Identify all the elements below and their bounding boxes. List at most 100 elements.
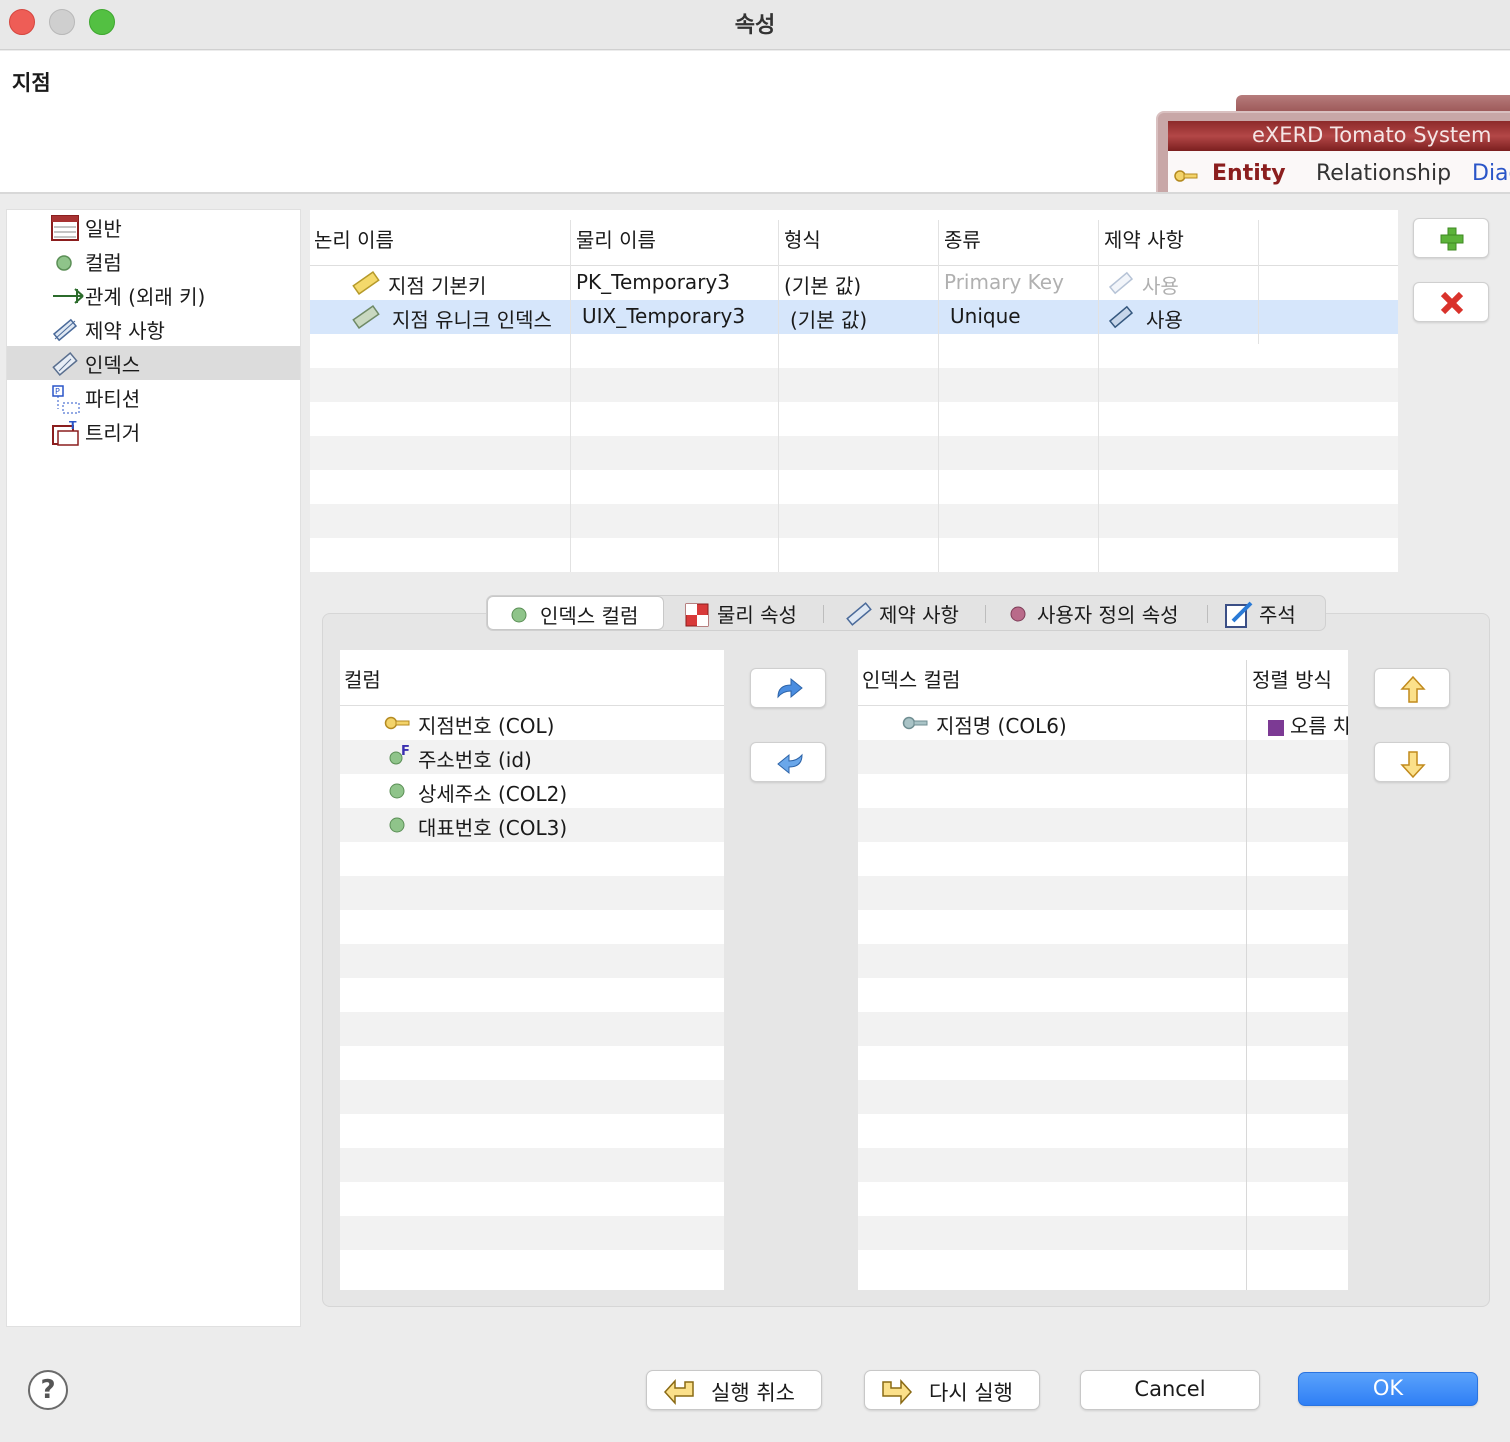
svg-text:P: P bbox=[55, 387, 60, 396]
list-item-label: 상세주소 (COL2) bbox=[418, 782, 568, 806]
column-dot-icon bbox=[51, 249, 79, 275]
cell-kind: Unique bbox=[950, 304, 1021, 328]
redo-label: 다시 실행 bbox=[929, 1381, 1013, 1405]
list-item[interactable]: 대표번호 (COL3) bbox=[340, 808, 724, 842]
tree-item-label: 제약 사항 bbox=[85, 319, 165, 343]
constraint-icon bbox=[846, 602, 872, 626]
foreign-key-icon: F bbox=[389, 744, 410, 765]
plus-icon bbox=[1440, 227, 1464, 251]
physical-props-icon bbox=[685, 603, 709, 627]
table-row[interactable]: 지점 유니크 인덱스 UIX_Temporary3 (기본 값) Unique … bbox=[310, 300, 1398, 334]
partition-icon: P bbox=[51, 385, 80, 414]
tree-item-label: 일반 bbox=[85, 217, 122, 241]
list-item-label: 지점번호 (COL) bbox=[418, 714, 555, 738]
delete-x-icon bbox=[1440, 291, 1464, 315]
cell-physical: UIX_Temporary3 bbox=[582, 304, 746, 328]
add-index-button[interactable] bbox=[1413, 218, 1489, 258]
header-kind[interactable]: 종류 bbox=[944, 224, 981, 253]
tab-constraints[interactable]: 제약 사항 bbox=[843, 596, 973, 630]
tab-strip: 인덱스 컬럼 물리 속성 제약 사항 사용자 정의 속성 주석 bbox=[486, 595, 1326, 631]
tree-item-label: 관계 (외래 키) bbox=[85, 285, 206, 309]
constraint-icon bbox=[1106, 270, 1136, 301]
tab-index-columns[interactable]: 인덱스 컬럼 bbox=[487, 596, 664, 630]
column-dot-icon bbox=[389, 783, 405, 799]
cell-format: (기본 값) bbox=[790, 308, 868, 332]
cancel-label: Cancel bbox=[1134, 1377, 1206, 1401]
redo-arrow-icon bbox=[882, 1379, 913, 1405]
ok-label: OK bbox=[1372, 1376, 1404, 1400]
remove-index-button[interactable] bbox=[1413, 282, 1489, 322]
header-physical-name[interactable]: 물리 이름 bbox=[576, 224, 656, 253]
sort-order-value[interactable]: 오름 차 bbox=[1290, 710, 1348, 739]
redo-button[interactable]: 다시 실행 bbox=[864, 1370, 1040, 1410]
banner-tab-entity: Entity bbox=[1212, 161, 1286, 186]
list-item-label: 대표번호 (COL3) bbox=[418, 816, 568, 840]
header-columns: 컬럼 bbox=[344, 668, 381, 692]
tab-physical-properties[interactable]: 물리 속성 bbox=[683, 596, 813, 630]
index-pencil-icon bbox=[350, 304, 382, 335]
list-item[interactable]: F 주소번호 (id) bbox=[340, 740, 724, 774]
column-dot-icon bbox=[389, 817, 405, 833]
tab-user-defined-properties[interactable]: 사용자 정의 속성 bbox=[1007, 596, 1197, 630]
tree-item-label: 컬럼 bbox=[85, 251, 122, 275]
move-down-button[interactable] bbox=[1374, 742, 1450, 782]
relationship-icon bbox=[51, 283, 84, 309]
tree-item-partition[interactable]: P 파티션 bbox=[7, 380, 300, 414]
banner-brand: eXERD Tomato System bbox=[1252, 123, 1492, 147]
tree-item-constraint[interactable]: 제약 사항 bbox=[7, 312, 300, 346]
header-sort-order: 정렬 방식 bbox=[1252, 668, 1332, 692]
tree-item-columns[interactable]: 컬럼 bbox=[7, 244, 300, 278]
arrow-down-icon bbox=[1400, 751, 1426, 779]
tab-label: 사용자 정의 속성 bbox=[1037, 603, 1179, 627]
index-columns-list: 인덱스 컬럼 정렬 방식 지점명 (COL6) 오름 차 bbox=[858, 650, 1348, 1290]
list-item[interactable]: 상세주소 (COL2) bbox=[340, 774, 724, 808]
index-icon bbox=[51, 351, 79, 377]
tab-comment[interactable]: 주석 bbox=[1223, 596, 1323, 630]
sort-indicator-icon bbox=[1268, 720, 1284, 736]
constraint-icon bbox=[51, 317, 79, 343]
cell-constraint: 사용 bbox=[1146, 308, 1183, 332]
header-constraint[interactable]: 제약 사항 bbox=[1104, 224, 1184, 253]
banner-tab-diagram: Diag bbox=[1472, 161, 1510, 186]
cell-format: (기본 값) bbox=[784, 274, 862, 298]
key-gray-icon bbox=[902, 716, 928, 730]
header-index-column: 인덱스 컬럼 bbox=[862, 668, 961, 692]
undo-label: 실행 취소 bbox=[711, 1381, 795, 1405]
tree-item-general[interactable]: 일반 bbox=[7, 210, 300, 244]
cell-logical: 지점 기본키 bbox=[388, 274, 487, 298]
cell-physical: PK_Temporary3 bbox=[576, 270, 730, 294]
tree-item-relationship[interactable]: 관계 (외래 키) bbox=[7, 278, 300, 312]
cancel-button[interactable]: Cancel bbox=[1080, 1370, 1260, 1410]
tab-label: 인덱스 컬럼 bbox=[540, 604, 639, 628]
column-dot-icon bbox=[511, 607, 527, 623]
trigger-icon: T bbox=[51, 419, 79, 446]
user-property-dot-icon bbox=[1010, 606, 1026, 622]
svg-text:F: F bbox=[401, 744, 410, 759]
undo-button[interactable]: 실행 취소 bbox=[646, 1370, 822, 1410]
table-row[interactable]: 지점 기본키 PK_Temporary3 (기본 값) Primary Key … bbox=[310, 266, 1398, 300]
header-format[interactable]: 형식 bbox=[784, 224, 821, 253]
tree-item-trigger[interactable]: T 트리거 bbox=[7, 414, 300, 448]
constraint-icon bbox=[1106, 304, 1136, 335]
tab-label: 물리 속성 bbox=[717, 603, 797, 627]
help-button[interactable]: ? bbox=[28, 1370, 68, 1410]
tree-item-index[interactable]: 인덱스 bbox=[7, 346, 300, 380]
svg-text:T: T bbox=[69, 419, 77, 432]
add-to-index-button[interactable] bbox=[750, 668, 826, 708]
arrow-right-icon bbox=[777, 677, 803, 699]
tree-item-label: 파티션 bbox=[85, 387, 141, 411]
title-bar: 속성 bbox=[0, 0, 1510, 50]
list-item[interactable]: 지점번호 (COL) bbox=[340, 706, 724, 740]
available-columns-list: 컬럼 지점번호 (COL) F 주소번호 (id) 상세주소 (COL2) 대표… bbox=[340, 650, 724, 1290]
move-up-button[interactable] bbox=[1374, 668, 1450, 708]
cell-kind: Primary Key bbox=[944, 270, 1064, 294]
index-pencil-icon bbox=[350, 270, 382, 301]
tab-label: 제약 사항 bbox=[879, 603, 959, 627]
list-item-label: 지점명 (COL6) bbox=[936, 714, 1067, 738]
banner-tab-relationship: Relationship bbox=[1316, 161, 1452, 186]
remove-from-index-button[interactable] bbox=[750, 742, 826, 782]
ok-button[interactable]: OK bbox=[1298, 1372, 1478, 1406]
header-logical-name[interactable]: 논리 이름 bbox=[314, 224, 394, 253]
list-item[interactable]: 지점명 (COL6) 오름 차 bbox=[858, 706, 1348, 740]
dialog-header: 지점 eXERD Tomato System Entity Relationsh… bbox=[0, 51, 1510, 194]
